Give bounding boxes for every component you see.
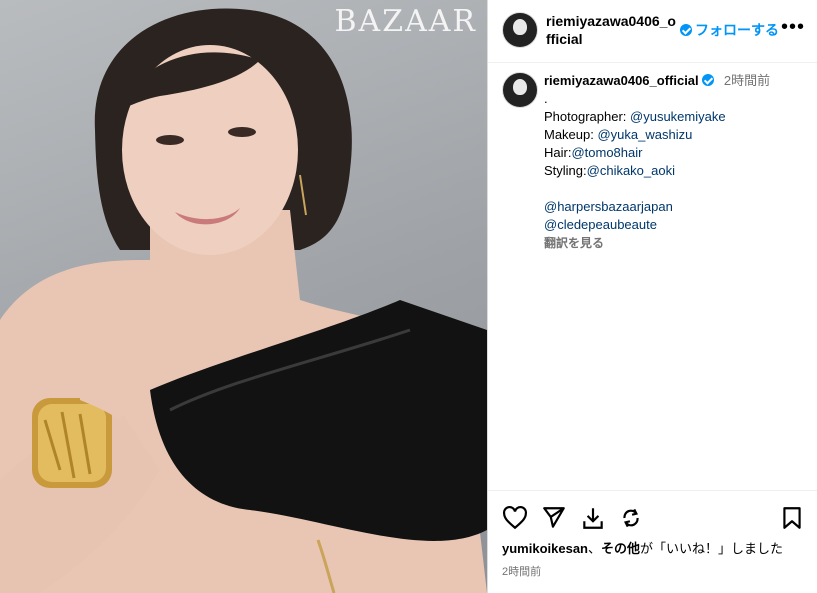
heart-icon[interactable] [502, 505, 528, 531]
repost-icon[interactable] [618, 505, 644, 531]
caption-body: riemiyazawa0406_official 2時間前 . Photogra… [544, 72, 807, 252]
action-icons [502, 505, 805, 531]
liker-username[interactable]: yumikoikesan [502, 541, 588, 556]
verified-badge-icon [680, 24, 692, 36]
caption-avatar[interactable] [502, 72, 538, 108]
post-photo[interactable]: BAZAAR [0, 0, 487, 593]
header-avatar[interactable] [502, 12, 538, 48]
post-header: riemiyazawa0406_official フォローする ••• [488, 0, 817, 63]
credit-line: Hair:@tomo8hair [544, 145, 643, 160]
share-icon[interactable] [541, 505, 567, 531]
photo-illustration [0, 8, 487, 593]
credit-line: Photographer: @yusukemiyake [544, 109, 726, 124]
translate-link[interactable]: 翻訳を見る [544, 234, 807, 252]
credit-handle-makeup[interactable]: @yuka_washizu [597, 127, 692, 142]
credit-handle-photographer[interactable]: @yusukemiyake [630, 109, 726, 124]
credit-line: Styling:@chikako_aoki [544, 163, 675, 178]
action-bar: yumikoikesan、その他が「いいね！」しました 2時間前 [488, 490, 817, 591]
likes-summary: yumikoikesan、その他が「いいね！」しました [502, 541, 784, 556]
tag-link[interactable]: @harpersbazaarjapan [544, 198, 807, 216]
header-username[interactable]: riemiyazawa0406_official [546, 12, 676, 48]
caption-verified-badge-icon [702, 74, 715, 86]
tag-link[interactable]: @cledepeaubeaute [544, 216, 807, 234]
caption-username[interactable]: riemiyazawa0406_official [544, 73, 699, 88]
bookmark-icon[interactable] [779, 505, 805, 531]
follow-button[interactable]: フォローする [695, 22, 779, 38]
more-options-button[interactable]: ••• [781, 16, 805, 39]
caption-dot: . [544, 91, 548, 106]
follow-area: フォローする [680, 20, 779, 40]
caption-time[interactable]: 2時間前 [724, 73, 770, 88]
post-side-panel: riemiyazawa0406_official フォローする ••• riem… [487, 0, 817, 593]
post-time[interactable]: 2時間前 [502, 563, 541, 579]
brand-watermark: BAZAAR [334, 4, 477, 39]
credit-handle-styling[interactable]: @chikako_aoki [587, 163, 675, 178]
credit-line: Makeup: @yuka_washizu [544, 127, 693, 142]
download-icon[interactable] [580, 505, 606, 531]
credit-handle-hair[interactable]: @tomo8hair [571, 145, 642, 160]
likes-others-link[interactable]: その他 [601, 541, 640, 556]
